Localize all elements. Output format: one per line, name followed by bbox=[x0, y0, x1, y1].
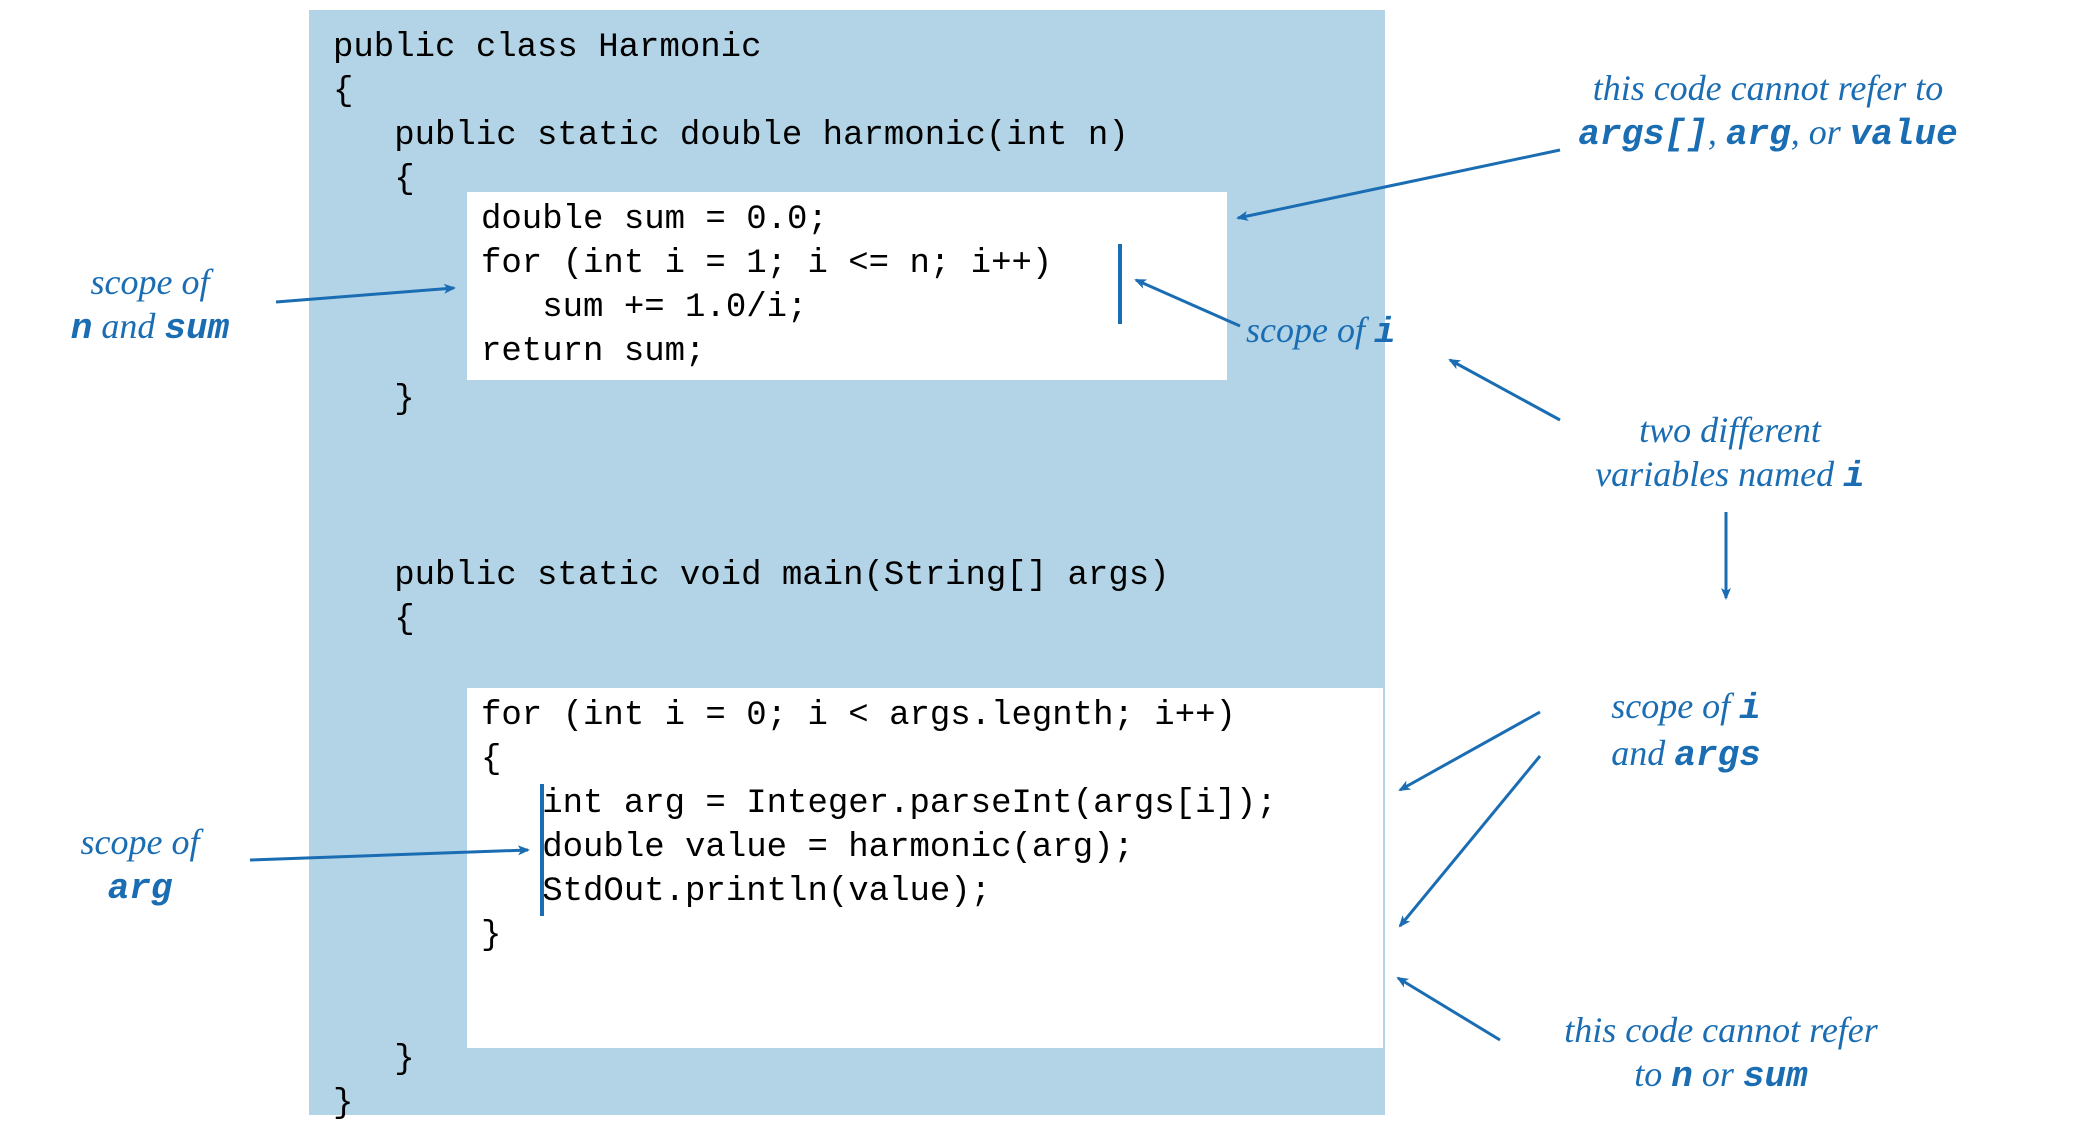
annotation-text: and bbox=[92, 306, 164, 346]
code-line: sum += 1.0/i; bbox=[481, 289, 807, 327]
annotation-text: to bbox=[1634, 1054, 1671, 1094]
code-block-harmonic: double sum = 0.0; for (int i = 1; i <= n… bbox=[467, 192, 1227, 380]
arrow-scope-i-args-2 bbox=[1400, 756, 1540, 926]
annotation-text: two different bbox=[1639, 410, 1821, 450]
code-line: } bbox=[333, 1041, 415, 1079]
annotation-text: this code cannot refer bbox=[1564, 1010, 1878, 1050]
code-line: return sum; bbox=[481, 333, 705, 371]
code-line: } bbox=[481, 917, 501, 955]
annotation-scope-n-sum: scope of n and sum bbox=[30, 260, 270, 351]
annotation-scope-of-i: scope of i bbox=[1246, 308, 1466, 355]
code-inner: for (int i = 0; i < args.legnth; i++) { … bbox=[467, 688, 1383, 964]
annotation-var: i bbox=[1374, 312, 1396, 353]
scope-bar-i-top bbox=[1118, 244, 1122, 324]
annotation-text: variables named bbox=[1595, 454, 1843, 494]
annotation-text: , bbox=[1708, 112, 1726, 152]
annotation-cannot-refer-args: this code cannot refer to args[], arg, o… bbox=[1508, 66, 2028, 157]
code-line: { bbox=[333, 73, 353, 111]
code-line: public static void main(String[] args) bbox=[333, 557, 1170, 595]
annotation-text: scope of bbox=[1611, 686, 1739, 726]
code-line: for (int i = 1; i <= n; i++) bbox=[481, 245, 1052, 283]
code-line: for (int i = 0; i < args.legnth; i++) bbox=[481, 697, 1236, 735]
code-line: } bbox=[333, 1085, 353, 1123]
annotation-text: or bbox=[1693, 1054, 1743, 1094]
code-block-main: for (int i = 0; i < args.legnth; i++) { … bbox=[467, 688, 1383, 1048]
annotation-var: arg bbox=[1726, 114, 1791, 155]
code-line: public static double harmonic(int n) bbox=[333, 117, 1129, 155]
scope-bar-arg bbox=[540, 784, 544, 916]
arrow-scope-i-args-1 bbox=[1400, 712, 1540, 790]
annotation-var: i bbox=[1739, 688, 1761, 729]
annotation-text: this code cannot refer to bbox=[1593, 68, 1944, 108]
annotation-text: scope of bbox=[81, 822, 200, 862]
code-line: double value = harmonic(arg); bbox=[481, 829, 1134, 867]
annotation-cannot-refer-n-sum: this code cannot refer to n or sum bbox=[1486, 1008, 1956, 1099]
annotation-scope-i-args: scope of i and args bbox=[1536, 684, 1836, 778]
annotation-text: scope of bbox=[91, 262, 210, 302]
annotation-var: i bbox=[1843, 456, 1865, 497]
code-line: int arg = Integer.parseInt(args[i]); bbox=[481, 785, 1277, 823]
code-line: { bbox=[333, 161, 415, 199]
code-line: { bbox=[333, 601, 415, 639]
code-line: StdOut.println(value); bbox=[481, 873, 991, 911]
code-line: public class Harmonic bbox=[333, 29, 761, 67]
annotation-var: sum bbox=[1743, 1056, 1808, 1097]
annotation-var: args[] bbox=[1578, 114, 1708, 155]
annotation-scope-arg: scope of arg bbox=[40, 820, 240, 911]
annotation-text: scope of bbox=[1246, 310, 1374, 350]
arrow-cannot-refer-n-sum bbox=[1398, 978, 1500, 1040]
annotation-var: value bbox=[1850, 114, 1958, 155]
code-line: } bbox=[333, 381, 415, 419]
annotation-var: arg bbox=[108, 868, 173, 909]
annotation-text: , or bbox=[1791, 112, 1850, 152]
annotation-var: sum bbox=[164, 308, 229, 349]
annotation-two-different-i: two different variables named i bbox=[1510, 408, 1950, 499]
code-line: { bbox=[481, 741, 501, 779]
code-inner: double sum = 0.0; for (int i = 1; i <= n… bbox=[467, 192, 1227, 380]
annotation-text: and bbox=[1611, 733, 1674, 773]
annotation-var: n bbox=[1671, 1056, 1693, 1097]
code-line: double sum = 0.0; bbox=[481, 201, 828, 239]
annotation-var: n bbox=[71, 308, 93, 349]
annotation-var: args bbox=[1674, 735, 1760, 776]
